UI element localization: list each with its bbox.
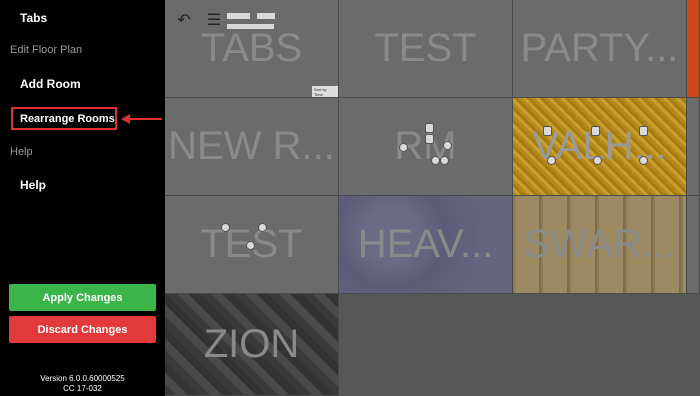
room-name: NEW R... bbox=[168, 124, 335, 168]
version-text: Version 6.0.0.60000525 bbox=[40, 374, 125, 383]
table-icon bbox=[425, 123, 434, 133]
section-edit-floor-plan: Edit Floor Plan bbox=[10, 44, 83, 56]
table-icon bbox=[440, 156, 449, 165]
room-tile-swar[interactable]: SWAR... bbox=[513, 196, 687, 294]
sidebar: Tabs Edit Floor Plan Add Room Rearrange … bbox=[0, 0, 165, 396]
room-tile-partial[interactable] bbox=[687, 0, 700, 98]
room-name: ZION bbox=[203, 322, 300, 366]
section-help: Help bbox=[10, 146, 33, 158]
sidebar-item-tabs[interactable]: Tabs bbox=[20, 11, 47, 25]
room-tile-test[interactable]: TEST bbox=[339, 0, 513, 98]
table-icon bbox=[591, 126, 600, 136]
room-tile-test-2[interactable]: TEST bbox=[165, 196, 339, 294]
room-tile-zion[interactable]: ZION bbox=[165, 294, 339, 396]
room-name: SWAR... bbox=[523, 222, 676, 266]
table-icon bbox=[593, 156, 602, 165]
table-icon bbox=[399, 143, 408, 152]
sidebar-item-rearrange-rooms[interactable]: Rearrange Rooms bbox=[20, 113, 115, 125]
table-icon bbox=[639, 126, 648, 136]
table-icon bbox=[221, 223, 230, 232]
discard-changes-button[interactable]: Discard Changes bbox=[9, 316, 156, 343]
table-icon bbox=[443, 141, 452, 150]
table-icon bbox=[543, 126, 552, 136]
room-name: HEAV... bbox=[357, 222, 494, 266]
mini-bar bbox=[257, 13, 275, 19]
sidebar-item-add-room[interactable]: Add Room bbox=[20, 77, 81, 91]
room-name: PARTY... bbox=[520, 26, 679, 70]
mini-bar bbox=[221, 24, 274, 29]
sidebar-item-help[interactable]: Help bbox=[20, 178, 46, 192]
menu-button[interactable]: ☰ bbox=[201, 7, 227, 33]
room-tile-partial[interactable] bbox=[687, 98, 700, 196]
build-text: CC 17-032 bbox=[63, 384, 102, 393]
table-icon bbox=[547, 156, 556, 165]
back-button[interactable]: ↶ bbox=[171, 7, 197, 33]
room-tile-valh[interactable]: VALH... bbox=[513, 98, 687, 196]
hamburger-menu-icon: ☰ bbox=[206, 12, 222, 29]
room-tile-heav[interactable]: HEAV... bbox=[339, 196, 513, 294]
table-icon bbox=[258, 223, 267, 232]
table-icon bbox=[639, 156, 648, 165]
table-icon bbox=[246, 241, 255, 250]
floor-plan-grid: TABS Sort by Time TEST PARTY... NEW R...… bbox=[165, 0, 700, 396]
room-name: TEST bbox=[374, 26, 477, 70]
room-tile-new-r[interactable]: NEW R... bbox=[165, 98, 339, 196]
annotation-arrow-icon bbox=[121, 114, 162, 124]
room-tile-party[interactable]: PARTY... bbox=[513, 0, 687, 98]
table-icon bbox=[431, 156, 440, 165]
back-arrow-icon: ↶ bbox=[177, 12, 191, 29]
rearrange-rooms-highlight[interactable]: Rearrange Rooms bbox=[11, 107, 117, 130]
apply-changes-button[interactable]: Apply Changes bbox=[9, 284, 156, 311]
room-tile-rm[interactable]: RM bbox=[339, 98, 513, 196]
room-tile-partial[interactable] bbox=[687, 196, 700, 294]
sort-tag[interactable]: Sort by Time bbox=[312, 86, 338, 97]
table-icon bbox=[425, 134, 434, 144]
